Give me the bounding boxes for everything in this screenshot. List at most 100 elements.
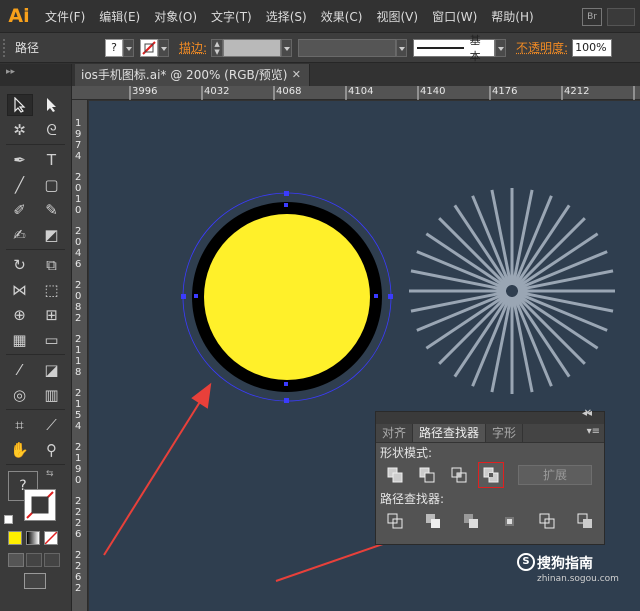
document-tab[interactable]: ios手机图标.ai* @ 200% (RGB/预览) ✕: [75, 64, 310, 86]
scale-tool-icon[interactable]: ⧉: [39, 254, 65, 276]
default-colors-icon[interactable]: [4, 515, 13, 524]
tab-glyphs[interactable]: 字形: [486, 424, 524, 442]
stroke-weight-stepper[interactable]: ▲ ▼: [211, 38, 224, 57]
minus-front-button[interactable]: [414, 462, 440, 488]
eyedropper-tool-icon[interactable]: ⁄: [7, 359, 33, 381]
brush-definition-dropdown[interactable]: [495, 38, 507, 57]
ruler-label: 3996: [132, 86, 158, 97]
selection-tool-icon[interactable]: [6, 93, 33, 116]
blob-brush-tool-icon[interactable]: ✍: [7, 224, 33, 246]
stroke-weight-dropdown[interactable]: [281, 38, 293, 57]
lasso-tool-icon[interactable]: ᘓ: [39, 119, 65, 141]
free-transform-tool-icon[interactable]: ⬚: [39, 279, 65, 301]
symbol-sprayer-tool-icon[interactable]: ◎: [7, 384, 33, 406]
line-tool-icon[interactable]: ╱: [7, 174, 33, 196]
draw-behind-icon[interactable]: [26, 553, 42, 567]
gradient-mode-icon[interactable]: [26, 531, 40, 545]
screen-mode-icon[interactable]: [24, 573, 46, 589]
shape-builder-tool-icon[interactable]: ⊕: [7, 304, 33, 326]
crop-button[interactable]: [496, 508, 522, 534]
fill-dropdown[interactable]: [123, 38, 134, 57]
no-stroke-icon: [142, 40, 156, 55]
ruler-label: 4104: [348, 86, 374, 97]
merge-button[interactable]: [458, 508, 484, 534]
intersect-button[interactable]: [446, 462, 472, 488]
draw-inside-icon[interactable]: [44, 553, 60, 567]
merge-icon: [464, 514, 478, 528]
column-graph-tool-icon[interactable]: ▥: [39, 384, 65, 406]
none-mode-icon[interactable]: [44, 531, 58, 545]
starburst-ray: [490, 189, 513, 286]
hand-tool-icon[interactable]: ✋: [7, 439, 33, 461]
opacity-field[interactable]: 100%: [572, 38, 613, 57]
bridge-button[interactable]: Br: [582, 8, 602, 26]
color-mode-icon[interactable]: [8, 531, 22, 545]
type-tool-icon[interactable]: T: [39, 149, 65, 171]
grip-handle[interactable]: [3, 38, 9, 57]
trim-button[interactable]: [420, 508, 446, 534]
sun-inner-circle[interactable]: [204, 214, 370, 380]
horizontal-ruler[interactable]: 3996 4032 4068 4104 4140 4176 4212: [72, 86, 640, 100]
zoom-tool-icon[interactable]: ⚲: [39, 439, 65, 461]
magic-wand-tool-icon[interactable]: ✲: [7, 119, 33, 141]
opacity-label[interactable]: 不透明度:: [516, 39, 568, 56]
pencil-tool-icon[interactable]: ✎: [39, 199, 65, 221]
direct-selection-tool-icon[interactable]: [39, 94, 65, 116]
close-panel-icon[interactable]: ✕: [584, 408, 592, 419]
menu-select[interactable]: 选择(S): [259, 8, 314, 25]
mesh-tool-icon[interactable]: ▦: [7, 329, 33, 351]
menu-effect[interactable]: 效果(C): [314, 8, 370, 25]
outline-button[interactable]: [534, 508, 560, 534]
collapse-icon[interactable]: ▸▸: [6, 67, 15, 77]
menu-type[interactable]: 文字(T): [204, 8, 259, 25]
tab-align[interactable]: 对齐: [376, 424, 414, 442]
divide-button[interactable]: [382, 508, 408, 534]
perspective-grid-tool-icon[interactable]: ⊞: [39, 304, 65, 326]
close-icon[interactable]: ✕: [292, 64, 301, 86]
draw-normal-icon[interactable]: [8, 553, 24, 567]
stroke-color-box[interactable]: [24, 489, 56, 521]
panel-menu-icon[interactable]: ▾≡: [587, 426, 600, 437]
artboard-tool-icon[interactable]: ⌗: [7, 414, 33, 436]
stroke-swatch[interactable]: [140, 38, 158, 57]
tools-panel-header[interactable]: ▸▸: [0, 64, 71, 86]
panel-title-bar[interactable]: ◂◂ ✕: [376, 408, 604, 424]
expand-button[interactable]: 扩展: [518, 465, 592, 485]
starburst-shape[interactable]: [409, 188, 615, 394]
menu-object[interactable]: 对象(O): [147, 8, 204, 25]
variable-width-dropdown[interactable]: [396, 38, 408, 57]
paintbrush-tool-icon[interactable]: ✐: [7, 199, 33, 221]
gradient-tool-icon[interactable]: ▭: [39, 329, 65, 351]
width-tool-icon[interactable]: ⋈: [7, 279, 33, 301]
trim-icon: [426, 514, 440, 528]
shape-modes-label: 形状模式:: [380, 446, 433, 460]
tab-pathfinder[interactable]: 路径查找器: [413, 424, 487, 442]
workspace-switcher[interactable]: [607, 8, 635, 26]
no-color-icon: [26, 491, 54, 519]
ruler-label: 2118: [75, 334, 82, 378]
pen-tool-icon[interactable]: ✒: [7, 149, 33, 171]
unite-button[interactable]: [382, 462, 408, 488]
fill-swatch[interactable]: ?: [105, 38, 123, 57]
stroke-label[interactable]: 描边:: [179, 39, 207, 56]
minus-back-button[interactable]: [572, 508, 598, 534]
menu-file[interactable]: 文件(F): [38, 8, 92, 25]
brush-definition-select[interactable]: 基本: [413, 34, 496, 63]
menu-help[interactable]: 帮助(H): [484, 8, 540, 25]
menu-view[interactable]: 视图(V): [369, 8, 425, 25]
slice-tool-icon[interactable]: ⟋: [39, 414, 65, 436]
vertical-ruler[interactable]: 1974 2010 2046 2082 2118 2154 2190 2226 …: [72, 100, 88, 611]
rectangle-tool-icon[interactable]: ▢: [39, 174, 65, 196]
swap-fill-stroke-icon[interactable]: ⇆: [46, 469, 54, 479]
stroke-dropdown[interactable]: [158, 38, 169, 57]
exclude-button[interactable]: [478, 462, 504, 488]
rotate-tool-icon[interactable]: ↻: [7, 254, 33, 276]
eraser-tool-icon[interactable]: ◩: [39, 224, 65, 246]
menu-bar: Ai 文件(F) 编辑(E) 对象(O) 文字(T) 选择(S) 效果(C) 视…: [0, 0, 640, 33]
blend-tool-icon[interactable]: ◪: [39, 359, 65, 381]
variable-width-field[interactable]: [298, 38, 397, 57]
stroke-weight-field[interactable]: [223, 38, 282, 57]
minus-front-icon: [419, 467, 435, 483]
menu-edit[interactable]: 编辑(E): [92, 8, 147, 25]
menu-window[interactable]: 窗口(W): [425, 8, 484, 25]
